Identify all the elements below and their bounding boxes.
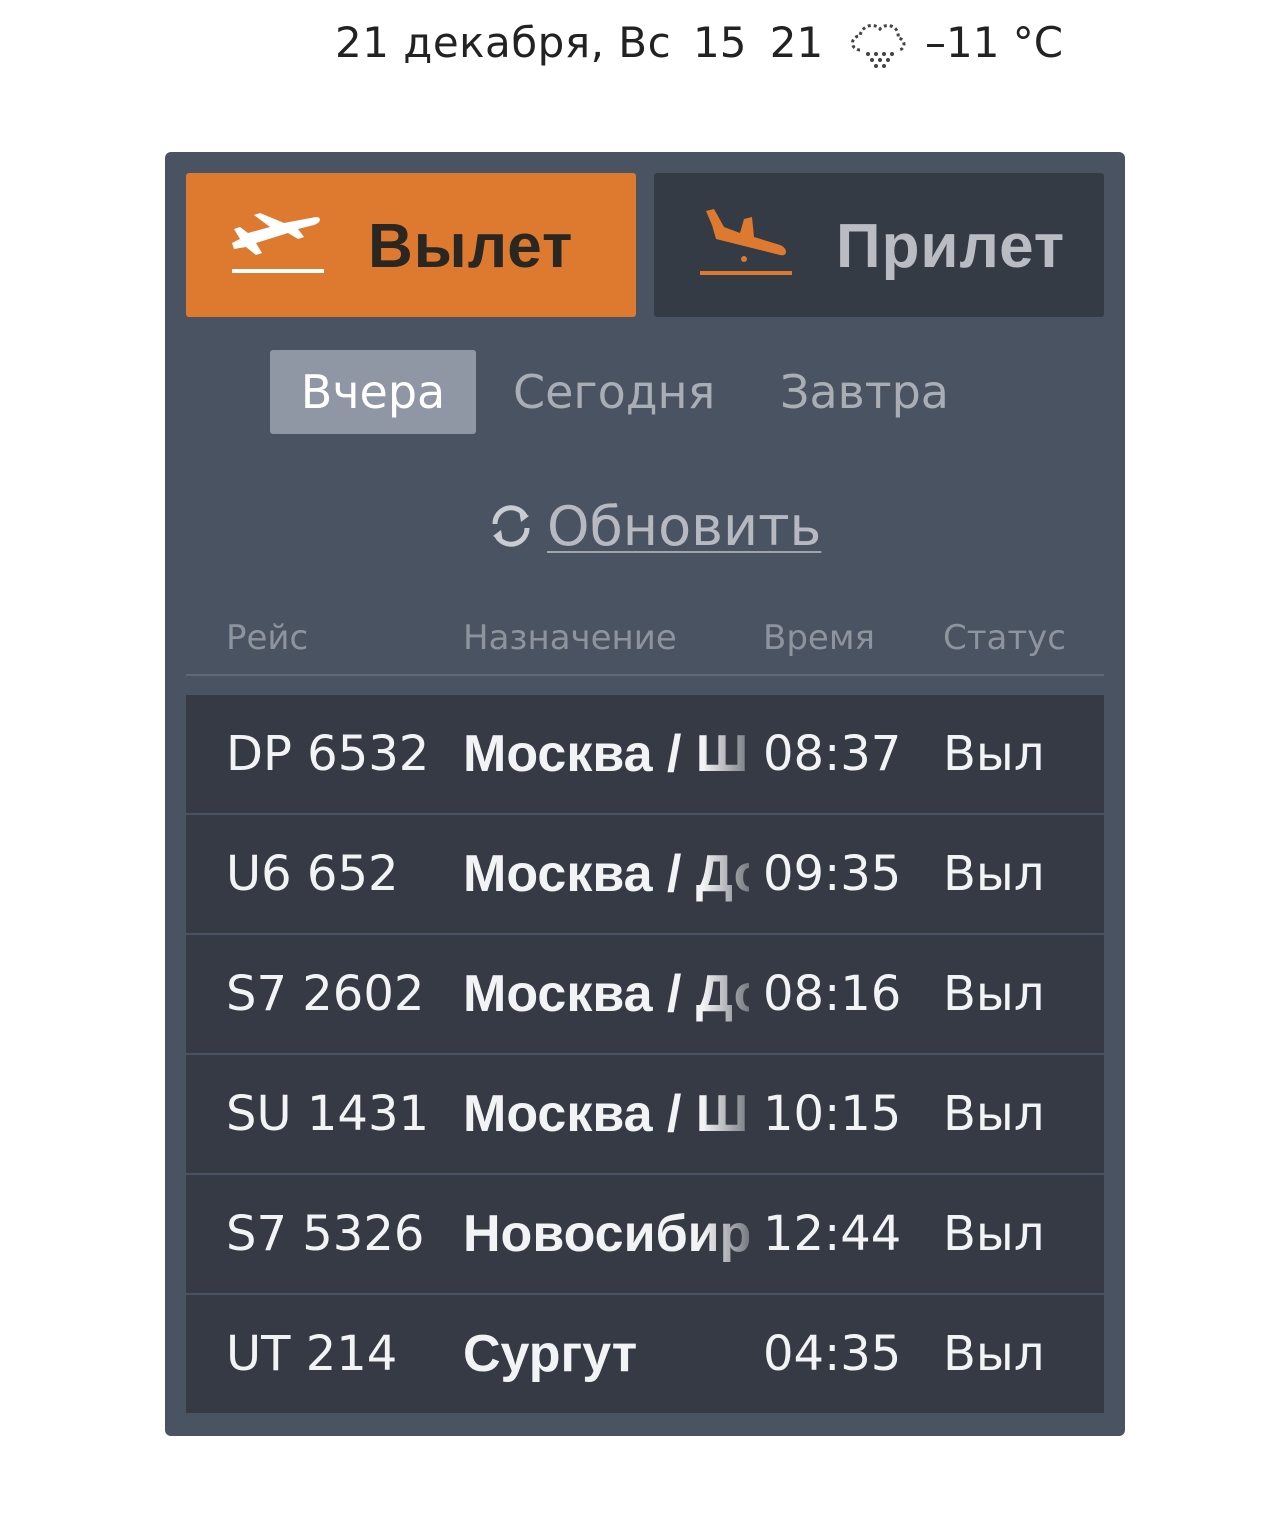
table-row[interactable]: UT 214 Сургут 04:35 Выл <box>186 1295 1104 1413</box>
refresh-icon <box>487 502 535 550</box>
flight-status: Выл <box>943 726 1045 782</box>
flight-number: U6 652 <box>226 846 399 902</box>
flight-number: S7 2602 <box>226 966 425 1022</box>
flight-destination: Москва / До <box>463 965 749 1023</box>
flight-number: DP 6532 <box>226 726 430 782</box>
column-header-status: Статус <box>943 618 1067 658</box>
flight-time: 08:16 <box>763 966 902 1022</box>
flight-number: S7 5326 <box>226 1206 425 1262</box>
tab-arrivals[interactable]: Прилет <box>654 173 1104 317</box>
column-header-flight: Рейс <box>226 618 309 658</box>
flight-time: 12:44 <box>763 1206 902 1262</box>
cloud-snow-icon <box>846 16 910 72</box>
flight-time: 08:37 <box>763 726 902 782</box>
status-header: 21 декабря, Вс 15 21 –11 °C <box>0 0 1281 100</box>
flight-destination: Москва / Ш <box>463 1085 749 1143</box>
temperature: –11 °C <box>925 18 1064 67</box>
flight-status: Выл <box>943 1326 1045 1382</box>
flight-time: 04:35 <box>763 1326 902 1382</box>
refresh-label: Обновить <box>547 495 822 558</box>
flight-status: Выл <box>943 1206 1045 1262</box>
table-row[interactable]: DP 6532 Москва / Ш 08:37 Выл <box>186 695 1104 813</box>
tab-departures-label: Вылет <box>368 212 574 281</box>
flight-time: 09:35 <box>763 846 902 902</box>
departure-plane-icon <box>226 205 326 285</box>
day-tab-yesterday[interactable]: Вчера <box>270 350 476 434</box>
table-row[interactable]: U6 652 Москва / До 09:35 Выл <box>186 815 1104 933</box>
flight-destination: Москва / До <box>463 845 749 903</box>
flight-destination: Сургут <box>463 1325 638 1383</box>
column-header-time: Время <box>763 618 875 658</box>
current-time: 15 21 <box>693 18 824 67</box>
tab-departures[interactable]: Вылет <box>186 173 636 317</box>
arrival-plane-icon <box>694 205 794 285</box>
day-tab-tomorrow[interactable]: Завтра <box>752 350 977 434</box>
table-row[interactable]: S7 5326 Новосибир 12:44 Выл <box>186 1175 1104 1293</box>
column-header-destination: Назначение <box>463 618 677 658</box>
flight-destination: Москва / Ш <box>463 725 749 783</box>
table-header: Рейс Назначение Время Статус <box>186 614 1104 676</box>
flight-board: Вылет Прилет Вчера Сегодня Завтра Обнови… <box>165 152 1125 1436</box>
flight-number: SU 1431 <box>226 1086 430 1142</box>
current-date: 21 декабря, Вс <box>335 18 672 67</box>
table-row[interactable]: S7 2602 Москва / До 08:16 Выл <box>186 935 1104 1053</box>
flight-status: Выл <box>943 846 1045 902</box>
flight-list: DP 6532 Москва / Ш 08:37 Выл U6 652 Моск… <box>186 695 1104 1415</box>
flight-time: 10:15 <box>763 1086 902 1142</box>
table-row[interactable]: SU 1431 Москва / Ш 10:15 Выл <box>186 1055 1104 1173</box>
flight-status: Выл <box>943 966 1045 1022</box>
flight-status: Выл <box>943 1086 1045 1142</box>
flight-destination: Новосибир <box>463 1205 749 1263</box>
day-tab-today[interactable]: Сегодня <box>485 350 743 434</box>
flight-number: UT 214 <box>226 1326 398 1382</box>
tab-arrivals-label: Прилет <box>836 212 1066 281</box>
